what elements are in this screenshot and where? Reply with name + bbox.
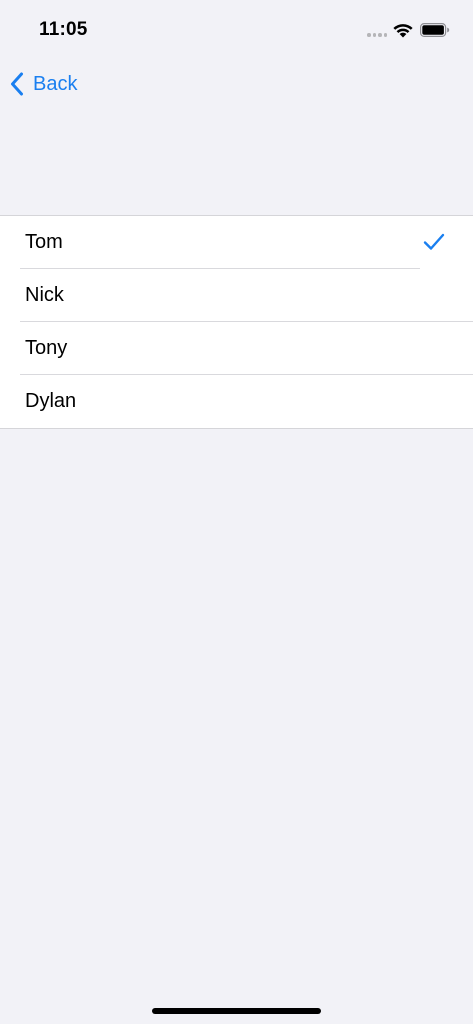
list-item-label: Tom [25,231,63,253]
back-button[interactable]: Back [10,70,77,98]
list-item-dylan[interactable]: Dylan [0,375,473,428]
back-button-label: Back [33,72,78,95]
list-item-tony[interactable]: Tony [0,322,473,375]
cellular-signal-icon [367,33,387,37]
list-item-label: Tony [25,337,68,359]
list-item-label: Nick [25,284,64,306]
list-item-tom[interactable]: Tom [0,216,473,269]
home-indicator[interactable] [152,1008,321,1014]
selection-list: Tom Nick Tony Dylan [0,215,473,429]
battery-icon [420,23,450,37]
status-bar: 11:05 [0,0,473,60]
list-item-label: Dylan [25,390,77,412]
wifi-icon [393,24,413,38]
checkmark-icon [423,233,445,250]
list-item-nick[interactable]: Nick [0,269,473,322]
status-time: 11:05 [39,19,88,40]
chevron-left-icon [11,72,23,96]
